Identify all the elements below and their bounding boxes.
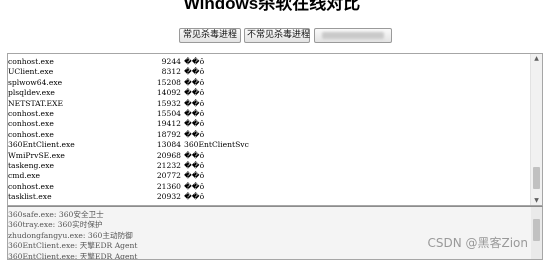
process-description: ��ô	[184, 67, 205, 77]
chevron-up-icon[interactable]: ▲	[532, 54, 541, 63]
uncommon-av-process-button[interactable]: 不常见杀毒进程	[244, 28, 310, 43]
process-name: conhost.exe	[8, 181, 54, 191]
process-name: conhost.exe	[8, 129, 54, 139]
chevron-down-icon[interactable]: ▼	[532, 196, 541, 205]
process-name: plsqldev.exe	[8, 88, 55, 98]
scroll-thumb[interactable]	[533, 219, 540, 241]
process-description: ��ô	[184, 150, 205, 160]
result-line: zhudongfangyu.exe: 360主动防御	[8, 230, 133, 240]
process-description: ��ô	[184, 88, 205, 98]
process-name: conhost.exe	[8, 57, 54, 66]
process-list-textarea[interactable]: conhost.exe 9244 ��ô UClient.exe 8312 ��ô splw…	[7, 53, 543, 206]
process-name: UClient.exe	[8, 67, 54, 77]
process-id: 21360	[156, 181, 181, 191]
third-button[interactable]	[314, 28, 392, 43]
process-description: ��ô	[184, 181, 205, 191]
process-id: 13084	[156, 140, 181, 150]
process-description: 360EntClientSvc	[184, 140, 249, 150]
process-description: ��ô	[184, 171, 205, 181]
process-description: ��ô	[184, 160, 205, 170]
process-id: 20968	[156, 150, 181, 160]
result-lines: 360safe.exe: 360安全卫士 360tray.exe: 360实时保护…	[8, 210, 138, 260]
watermark: CSDN @黑客Zion	[427, 236, 528, 250]
process-description: ��ô	[184, 108, 205, 118]
process-id: 14092	[156, 88, 181, 98]
result-line: 360safe.exe: 360安全卫士	[8, 210, 104, 219]
result-line: 360EntClient.exe: 天擎EDR Agent	[8, 251, 138, 260]
process-description: ��ô	[184, 98, 205, 108]
process-description: ��ô	[184, 129, 205, 139]
process-id: 15932	[156, 98, 181, 108]
process-id: 15504	[156, 108, 181, 118]
process-description: ��ô	[184, 77, 205, 87]
process-description: ��ô	[184, 57, 205, 66]
process-name: tasklist.exe	[8, 192, 52, 202]
process-name: conhost.exe	[8, 108, 54, 118]
process-name: NETSTAT.EXE	[8, 98, 64, 108]
result-line: 360EntClient.exe: 天擎EDR Agent	[8, 241, 138, 251]
result-line: 360tray.exe: 360实时保护	[8, 220, 103, 230]
process-id: 20772	[156, 171, 181, 181]
process-description: ��ô	[184, 119, 205, 129]
process-name: taskeng.exe	[8, 160, 55, 170]
process-list-scrollbar[interactable]: ▲ ▼	[530, 54, 542, 205]
process-id: 18792	[156, 129, 181, 139]
process-id: 20932	[156, 192, 181, 202]
results-scrollbar[interactable]	[531, 207, 542, 259]
process-name: WmiPrvSE.exe	[8, 150, 65, 160]
process-id: 8312	[161, 67, 181, 77]
process-id: 15208	[156, 77, 181, 87]
page-title: Windows杀软在线对比	[183, 0, 361, 13]
process-name: 360EntClient.exe	[8, 140, 75, 150]
process-id: 19412	[156, 119, 181, 129]
process-description: ��ô	[184, 192, 205, 202]
process-name: cmd.exe	[8, 171, 40, 181]
process-id: 21232	[156, 160, 181, 170]
common-av-process-button[interactable]: 常见杀毒进程	[179, 28, 241, 43]
process-name: splwow64.exe	[8, 77, 63, 87]
scroll-thumb[interactable]	[533, 167, 540, 189]
results-textarea[interactable]: 360safe.exe: 360安全卫士 360tray.exe: 360实时保护…	[7, 206, 543, 260]
process-name: conhost.exe	[8, 119, 54, 129]
blurred-label	[322, 32, 384, 39]
process-id: 9244	[161, 57, 181, 66]
